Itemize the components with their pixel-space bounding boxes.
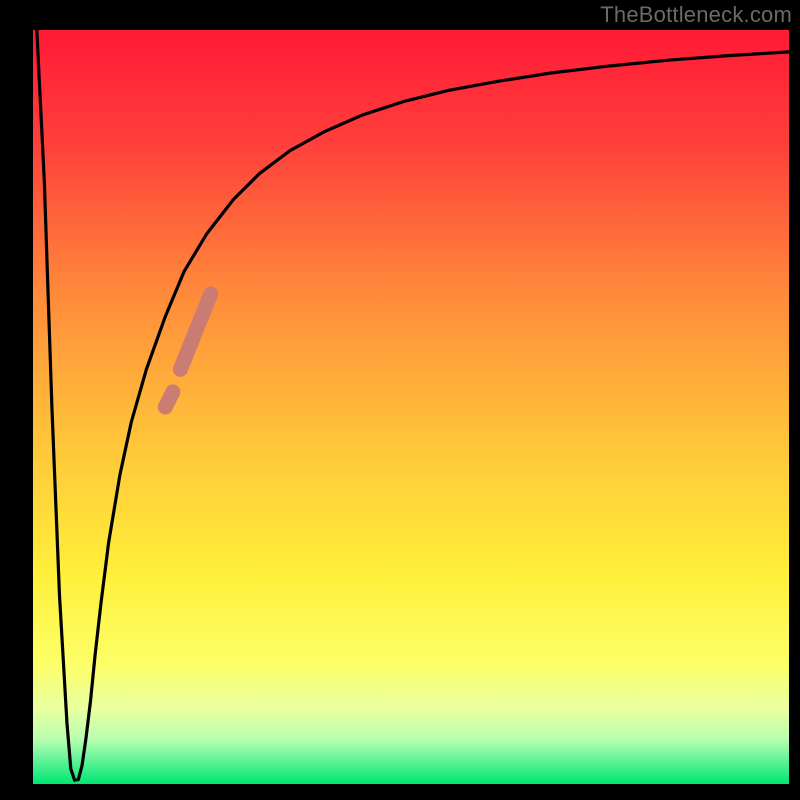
bottleneck-chart <box>0 0 800 800</box>
watermark-text: TheBottleneck.com <box>600 2 792 28</box>
plot-background <box>33 30 789 784</box>
chart-frame: TheBottleneck.com <box>0 0 800 800</box>
